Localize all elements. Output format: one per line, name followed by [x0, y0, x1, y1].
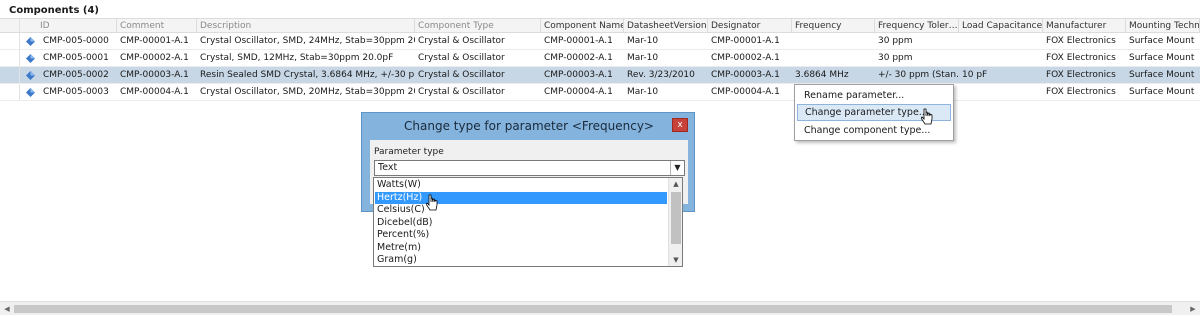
- horizontal-scrollbar[interactable]: ◀ ▶: [0, 301, 1200, 315]
- table-cell: Crystal Oscillator, SMD, 20MHz, Stab=30p…: [200, 87, 415, 97]
- row-gutter: [0, 50, 20, 66]
- table-cell: CMP-00004-A.1: [544, 87, 613, 97]
- column-header[interactable]: ID: [37, 19, 117, 33]
- table-row[interactable]: CMP-005-0001 CMP-00002-A.1 Crystal, SMD, 1…: [0, 50, 1200, 67]
- table-cell: CMP-00001-A.1: [544, 36, 613, 46]
- column-header[interactable]: Description: [197, 19, 415, 33]
- table-cell: FOX Electronics: [1046, 87, 1116, 97]
- table-cell: Mar-10: [627, 87, 659, 97]
- dropdown-scroll-thumb[interactable]: [671, 192, 681, 244]
- table-cell: FOX Electronics: [1046, 70, 1116, 80]
- panel-title: Components (4): [9, 5, 99, 16]
- component-diamond-icon: [26, 54, 35, 63]
- parameter-type-select[interactable]: Text ▼: [374, 160, 685, 176]
- table-cell: [959, 33, 1043, 49]
- table-cell: Crystal & Oscillator: [418, 87, 505, 97]
- table-cell: CMP-00003-A.1: [120, 70, 189, 80]
- column-header[interactable]: Load Capacitance: [959, 19, 1043, 33]
- table-cell: Surface Mount: [1129, 36, 1195, 46]
- dropdown-option[interactable]: Dicebel(dB): [375, 217, 667, 229]
- table-row[interactable]: CMP-005-0003 CMP-00004-A.1 Crystal Oscilla…: [0, 84, 1200, 101]
- table-cell: CMP-00003-A.1: [711, 70, 780, 80]
- table-cell: 30 ppm: [878, 53, 913, 63]
- table-cell: Mar-10: [627, 36, 659, 46]
- hand-cursor-icon: [426, 194, 438, 211]
- row-gutter: [0, 67, 20, 83]
- table-cell: Crystal & Oscillator: [418, 36, 505, 46]
- components-grid: ID Comment Description Component Type Compon…: [0, 18, 1200, 101]
- parameter-type-label: Parameter type: [374, 147, 444, 157]
- grid-header: ID Comment Description Component Type Compon…: [0, 18, 1200, 33]
- column-header[interactable]: Comment: [117, 19, 197, 33]
- horizontal-scroll-thumb[interactable]: [14, 305, 1172, 313]
- dropdown-scrollbar[interactable]: ▲ ▼: [668, 178, 682, 266]
- chevron-down-icon[interactable]: ▼: [670, 161, 684, 175]
- table-cell: Crystal, SMD, 12MHz, Stab=30ppm 20.0pF: [200, 53, 394, 63]
- row-gutter: [0, 33, 20, 49]
- table-cell: Resin Sealed SMD Crystal, 3.6864 MHz, +/…: [200, 70, 415, 80]
- dialog-title: Change type for parameter <Frequency>: [404, 119, 654, 133]
- table-cell: +/- 30 ppm (Stan…: [878, 70, 959, 80]
- table-row[interactable]: CMP-005-0002 CMP-00003-A.1 Resin Sealed SM…: [0, 67, 1200, 84]
- column-header[interactable]: Designator: [708, 19, 792, 33]
- column-header[interactable]: Manufacturer: [1043, 19, 1126, 33]
- column-header[interactable]: Mounting Techn: [1126, 19, 1200, 33]
- column-header[interactable]: Component Name: [541, 19, 624, 33]
- table-cell: Surface Mount: [1129, 87, 1195, 97]
- table-cell: Crystal & Oscillator: [418, 70, 505, 80]
- table-cell: Crystal Oscillator, SMD, 24MHz, Stab=30p…: [200, 36, 415, 46]
- table-cell: CMP-00003-A.1: [544, 70, 613, 80]
- table-cell: 3.6864 MHz: [795, 70, 849, 80]
- column-header[interactable]: Frequency: [792, 19, 875, 33]
- table-cell: CMP-005-0003: [43, 87, 109, 97]
- table-cell: CMP-00002-A.1: [544, 53, 613, 63]
- scroll-right-icon[interactable]: ▶: [1186, 302, 1200, 316]
- table-cell: FOX Electronics: [1046, 53, 1116, 63]
- table-cell: [959, 50, 1043, 66]
- table-row[interactable]: CMP-005-0000 CMP-00001-A.1 Crystal Oscilla…: [0, 33, 1200, 50]
- dropdown-option[interactable]: Celsius(C): [375, 204, 667, 216]
- parameter-type-value: Text: [378, 162, 398, 173]
- column-header[interactable]: DatasheetVersion: [624, 19, 708, 33]
- menu-item-rename-parameter[interactable]: Rename parameter...: [797, 87, 951, 104]
- dropdown-option[interactable]: Percent(%): [375, 229, 667, 241]
- scroll-up-icon[interactable]: ▲: [669, 178, 682, 190]
- table-cell: CMP-00004-A.1: [711, 87, 780, 97]
- scroll-left-icon[interactable]: ◀: [0, 302, 14, 316]
- column-header[interactable]: Component Type: [415, 19, 541, 33]
- table-cell: CMP-005-0002: [43, 70, 109, 80]
- table-cell: [959, 84, 1043, 100]
- table-cell: Mar-10: [627, 53, 659, 63]
- table-cell: CMP-00001-A.1: [120, 36, 189, 46]
- table-cell: CMP-005-0000: [43, 36, 109, 46]
- table-cell: CMP-00004-A.1: [120, 87, 189, 97]
- table-cell: CMP-00002-A.1: [711, 53, 780, 63]
- header-gutter: [0, 19, 20, 32]
- dropdown-option[interactable]: Gram(g): [375, 254, 667, 266]
- table-cell: 10 pF: [962, 70, 988, 80]
- component-diamond-icon: [26, 37, 35, 46]
- dropdown-option[interactable]: Watts(W): [375, 179, 667, 191]
- table-cell: Crystal & Oscillator: [418, 53, 505, 63]
- dropdown-option[interactable]: Hertz(Hz): [375, 191, 667, 204]
- parameter-type-dropdown: Watts(W) Hertz(Hz) Celsius(C) Dicebel(dB) Pe…: [373, 177, 683, 267]
- table-cell: FOX Electronics: [1046, 36, 1116, 46]
- table-cell: Rev. 3/23/2010: [627, 70, 695, 80]
- component-diamond-icon: [26, 88, 35, 97]
- table-cell: [792, 50, 875, 66]
- table-cell: CMP-00001-A.1: [711, 36, 780, 46]
- table-cell: 30 ppm: [878, 36, 913, 46]
- column-header[interactable]: Frequency Toler…: [875, 19, 959, 33]
- table-cell: Surface Mount: [1129, 53, 1195, 63]
- table-cell: [792, 33, 875, 49]
- hand-cursor-icon: [921, 108, 933, 125]
- dropdown-option[interactable]: Metre(m): [375, 242, 667, 254]
- table-cell: Surface Mount: [1129, 70, 1195, 80]
- table-cell: CMP-005-0001: [43, 53, 109, 63]
- table-cell: CMP-00002-A.1: [120, 53, 189, 63]
- component-diamond-icon: [26, 71, 35, 80]
- scroll-down-icon[interactable]: ▼: [669, 254, 682, 266]
- row-gutter: [0, 84, 20, 100]
- close-icon[interactable]: x: [672, 118, 688, 132]
